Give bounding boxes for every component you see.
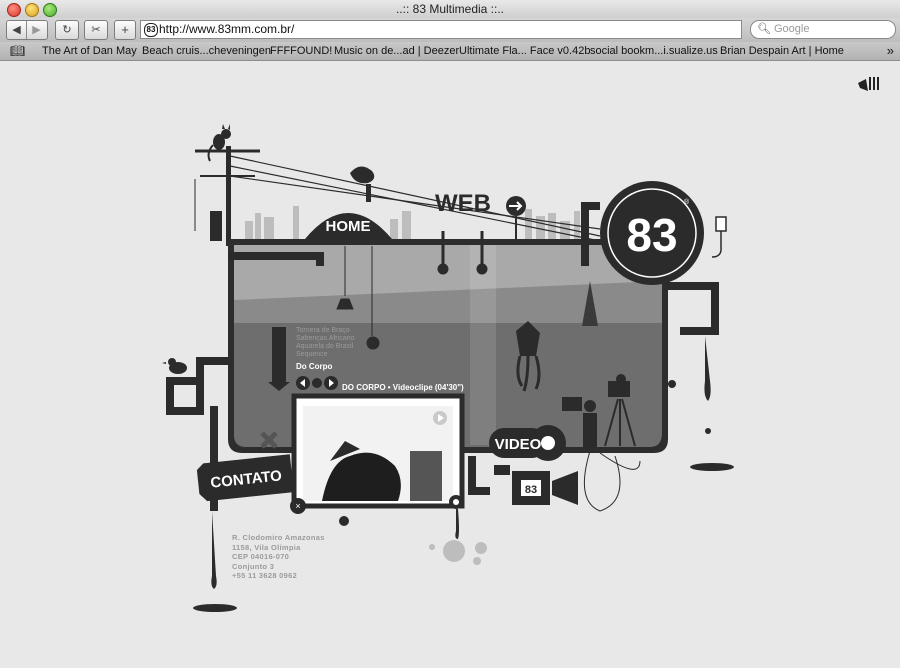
project-item[interactable]: Aquarela do Brasil: [296, 343, 353, 351]
address-value: http://www.83mm.com.br/: [159, 22, 295, 36]
project-item[interactable]: Tornera de Braço: [296, 327, 350, 335]
camera-83-text: 83: [525, 484, 537, 496]
search-placeholder: Google: [774, 23, 810, 35]
video-player[interactable]: [291, 393, 465, 509]
bookmark-item[interactable]: Beach cruis...cheveningen: [142, 45, 271, 57]
window-titlebar: ..:: 83 Multimedia ::..: [0, 0, 900, 19]
logo-registered-mark: ®: [684, 198, 690, 206]
back-forward-group: ◀ ▶: [6, 20, 48, 40]
bird-silhouette: [162, 358, 187, 374]
contact-address: R. Clodomiro Amazonas 1158, Vila Olímpia…: [232, 533, 325, 581]
plus-icon[interactable]: +: [114, 20, 136, 40]
browser-toolbar: ◀ ▶ ↻ ✂ + 83 http://www.83mm.com.br/ 🔍︎ …: [0, 18, 900, 42]
back-arrow-icon[interactable]: ◀: [7, 21, 27, 39]
snippet-icon[interactable]: ✂: [84, 20, 108, 40]
favicon-83: 83: [144, 23, 158, 37]
plug-icon: [711, 216, 727, 258]
video-label: VIDEO: [495, 436, 542, 453]
logo-text: 83: [626, 209, 677, 261]
address-line: Conjunto 3: [232, 561, 275, 571]
web-label: WEB: [435, 190, 491, 217]
book-icon[interactable]: 📖︎: [10, 44, 25, 58]
bookmark-item[interactable]: social bookm...i.sualize.us: [590, 45, 718, 57]
search-field[interactable]: 🔍︎ Google: [750, 20, 896, 39]
address-line: CEP 04016-070: [232, 552, 290, 561]
bubbles: [429, 540, 487, 565]
bookmark-item[interactable]: Brian Despain Art | Home: [720, 45, 844, 57]
skyline: [245, 206, 580, 239]
project-item[interactable]: Sabenças Africano: [296, 335, 354, 343]
bookmarks-bar: 📖︎ The Art of Dan May Beach cruis...chev…: [0, 42, 900, 61]
home-label: HOME: [326, 218, 371, 235]
close-icon: ×: [295, 501, 300, 511]
player-caption: DO CORPO • Videoclipe (04'30"): [342, 383, 464, 392]
camera-83-icon: 83: [494, 465, 578, 505]
web-page: HOME WEB 83 ® × CONTATO VIDEO 83 Tornera…: [0, 61, 900, 668]
sound-toggle-icon[interactable]: [858, 77, 879, 91]
logo-83[interactable]: 83 ®: [600, 181, 704, 285]
search-icon: 🔍︎: [757, 23, 771, 35]
bookmark-item[interactable]: Ultimate Fla... Face v0.42b: [459, 45, 590, 57]
window-title: ..:: 83 Multimedia ::..: [395, 2, 505, 16]
address-line: 1158, Vila Olímpia: [232, 542, 301, 552]
project-item[interactable]: Sequence: [296, 351, 328, 359]
bookmark-item[interactable]: The Art of Dan May: [42, 45, 137, 57]
bookmark-item[interactable]: FFFFOUND!: [270, 45, 332, 57]
player-prev-button[interactable]: [296, 376, 310, 390]
current-project-title[interactable]: Do Corpo: [296, 362, 332, 371]
reload-icon[interactable]: ↻: [55, 20, 79, 40]
home-nav[interactable]: HOME: [305, 166, 392, 239]
forward-arrow-icon[interactable]: ▶: [27, 21, 46, 39]
bug-icon: [668, 380, 676, 388]
player-next-button[interactable]: [324, 376, 338, 390]
address-line: R. Clodomiro Amazonas: [232, 533, 325, 542]
address-line: +55 11 3628 0962: [232, 571, 298, 580]
illustrated-scene: HOME WEB 83 ® × CONTATO VIDEO 83: [162, 77, 879, 612]
video-nav[interactable]: VIDEO: [489, 425, 566, 461]
address-bar[interactable]: 83 http://www.83mm.com.br/: [140, 20, 742, 39]
bookmarks-overflow-icon[interactable]: »: [887, 43, 894, 58]
bookmark-item[interactable]: Music on de...ad | Deezer: [334, 45, 459, 57]
player-dot-icon: [312, 378, 322, 388]
